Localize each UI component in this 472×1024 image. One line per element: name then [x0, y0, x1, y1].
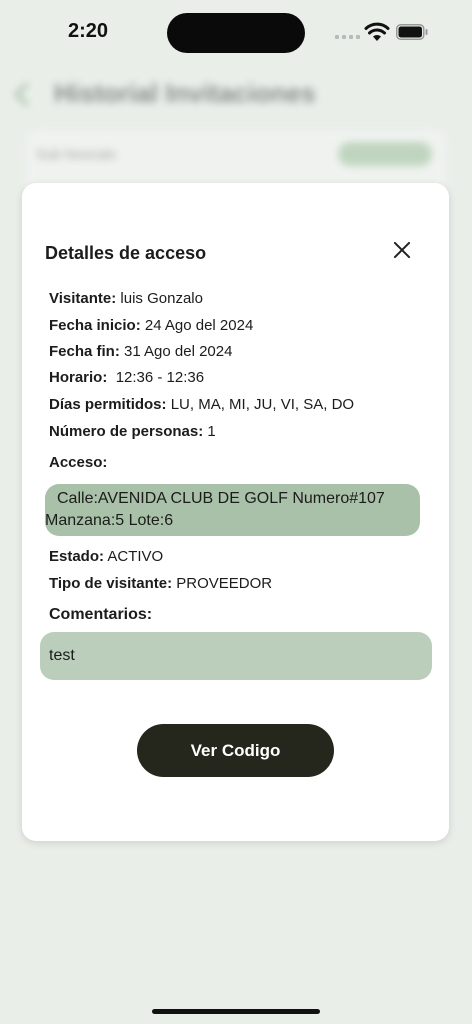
visitor-label: Visitante:	[49, 290, 117, 307]
cellular-signal-icon	[335, 35, 360, 39]
end-date-row: Fecha fin: 31 Ago del 2024	[49, 343, 232, 360]
back-arrow-icon	[14, 82, 39, 107]
status-time: 2:20	[68, 20, 109, 42]
allowed-days-value: LU, MA, MI, JU, VI, SA, DO	[170, 396, 355, 413]
access-address-box: Calle:AVENIDA CLUB DE GOLF Numero#107 Ma…	[45, 484, 420, 536]
home-indicator[interactable]	[152, 1009, 320, 1014]
people-count-label: Número de personas:	[49, 423, 204, 440]
wifi-icon	[364, 22, 390, 41]
modal-title: Detalles de acceso	[45, 243, 207, 263]
background-status-pill	[338, 142, 432, 166]
people-count-value: 1	[207, 423, 216, 440]
comments-label: Comentarios:	[49, 606, 153, 623]
end-date-label: Fecha fin:	[49, 343, 120, 360]
background-card-label: Sub Noncalo	[36, 146, 117, 162]
allowed-days-row: Días permitidos: LU, MA, MI, JU, VI, SA,…	[49, 396, 354, 413]
schedule-row: Horario: 12:36 - 12:36	[49, 369, 204, 386]
visitor-value: luis Gonzalo	[120, 290, 203, 307]
schedule-value: 12:36 - 12:36	[115, 369, 205, 386]
background-page-title: Historial Invitaciones	[54, 78, 316, 108]
visitor-row: Visitante: luis Gonzalo	[49, 290, 203, 307]
status-value: ACTIVO	[107, 548, 164, 565]
visitor-type-row: Tipo de visitante: PROVEEDOR	[49, 575, 272, 592]
people-count-row: Número de personas: 1	[49, 423, 216, 440]
start-date-label: Fecha inicio:	[49, 317, 141, 334]
comments-box: test	[40, 632, 432, 680]
visitor-type-label: Tipo de visitante:	[49, 575, 173, 592]
schedule-label: Horario:	[49, 369, 108, 386]
access-address-line-2: Manzana:5 Lote:6	[45, 512, 174, 529]
status-row: Estado: ACTIVO	[49, 548, 163, 565]
access-label: Acceso:	[49, 454, 108, 471]
view-code-button[interactable]: Ver Codigo	[137, 724, 334, 777]
end-date-value: 31 Ago del 2024	[124, 343, 233, 360]
start-date-value: 24 Ago del 2024	[144, 317, 254, 334]
access-address-line-1: Calle:AVENIDA CLUB DE GOLF Numero#107	[57, 490, 385, 507]
visitor-type-value: PROVEEDOR	[176, 575, 273, 592]
dynamic-island	[167, 13, 305, 53]
access-details-modal: Detalles de acceso Visitante: luis Gonza…	[22, 183, 449, 841]
allowed-days-label: Días permitidos:	[49, 396, 167, 413]
battery-icon	[396, 24, 428, 40]
start-date-row: Fecha inicio: 24 Ago del 2024	[49, 317, 253, 334]
comments-value: test	[49, 647, 75, 664]
close-icon[interactable]	[390, 238, 414, 262]
status-bar: 2:20	[0, 0, 472, 60]
status-label: Estado:	[49, 548, 105, 565]
